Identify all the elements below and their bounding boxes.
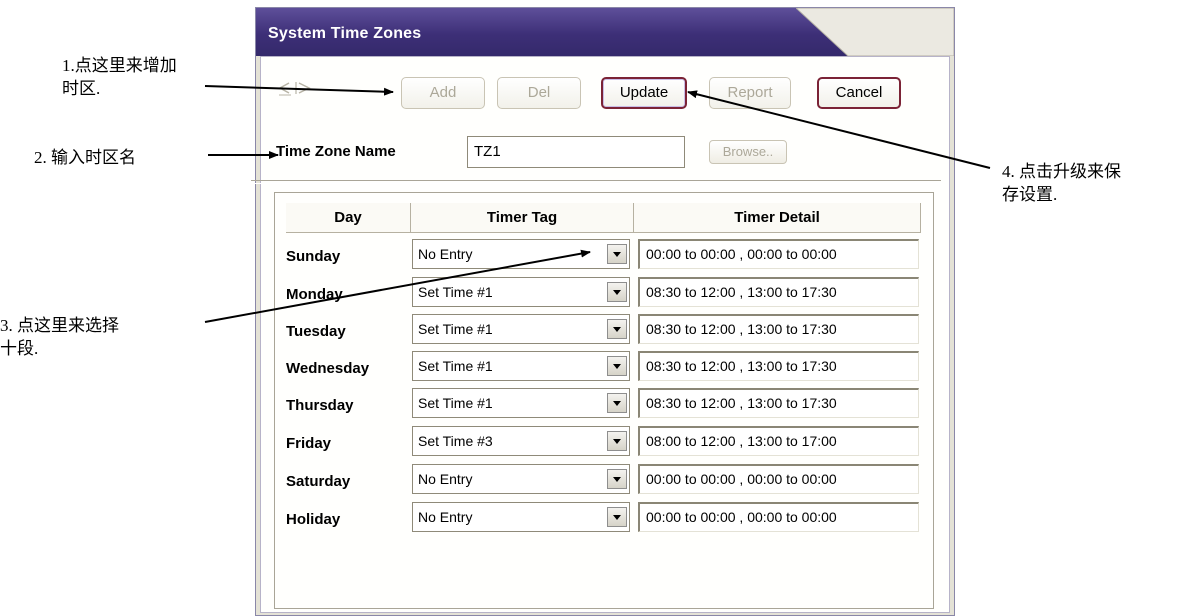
timer-detail-saturday: 00:00 to 00:00 , 00:00 to 00:00 <box>638 464 919 494</box>
annotation-step4-line2: 存设置. <box>1002 185 1058 204</box>
title-tab-decoration <box>796 8 954 56</box>
row-day-wednesday: Wednesday <box>286 360 370 377</box>
row-day-monday: Monday <box>286 286 343 303</box>
timer-detail-friday: 08:00 to 12:00 , 13:00 to 17:00 <box>638 426 919 456</box>
time-zone-name-label: Time Zone Name <box>276 143 396 160</box>
row-day-saturday: Saturday <box>286 473 351 490</box>
dropdown-arrow-icon[interactable] <box>607 244 627 264</box>
timer-detail-thursday: 08:30 to 12:00 , 13:00 to 17:30 <box>638 388 919 418</box>
dropdown-arrow-icon[interactable] <box>607 319 627 339</box>
timer-tag-select-friday[interactable]: Set Time #3 <box>412 426 630 456</box>
dropdown-arrow-icon[interactable] <box>607 469 627 489</box>
timer-tag-select-monday[interactable]: Set Time #1 <box>412 277 630 307</box>
report-button[interactable]: Report <box>709 77 791 109</box>
update-button[interactable]: Update <box>601 77 687 109</box>
system-time-zones-window: System Time Zones Add Del Update Report … <box>251 7 955 616</box>
annotation-step3: 3. 点这里来选择 十段. <box>0 314 119 360</box>
dropdown-arrow-icon[interactable] <box>607 507 627 527</box>
row-day-friday: Friday <box>286 435 332 452</box>
dropdown-arrow-icon[interactable] <box>607 431 627 451</box>
cancel-button[interactable]: Cancel <box>817 77 901 109</box>
row-day-sunday: Sunday <box>286 248 341 265</box>
timer-tag-value: Set Time #1 <box>418 358 493 374</box>
timer-tag-select-thursday[interactable]: Set Time #1 <box>412 388 630 418</box>
timer-tag-select-saturday[interactable]: No Entry <box>412 464 630 494</box>
timer-tag-select-holiday[interactable]: No Entry <box>412 502 630 532</box>
title-bar[interactable]: System Time Zones <box>256 8 954 56</box>
timer-tag-value: No Entry <box>418 246 473 262</box>
row-day-thursday: Thursday <box>286 397 354 414</box>
annotation-step4: 4. 点击升级来保 存设置. <box>1002 160 1121 206</box>
column-header-timer-detail: Timer Detail <box>634 203 921 233</box>
timer-tag-value: Set Time #1 <box>418 284 493 300</box>
timer-detail-sunday: 00:00 to 00:00 , 00:00 to 00:00 <box>638 239 919 269</box>
timer-detail-wednesday: 08:30 to 12:00 , 13:00 to 17:30 <box>638 351 919 381</box>
timer-detail-monday: 08:30 to 12:00 , 13:00 to 17:30 <box>638 277 919 307</box>
timer-tag-select-wednesday[interactable]: Set Time #1 <box>412 351 630 381</box>
timer-detail-tuesday: 08:30 to 12:00 , 13:00 to 17:30 <box>638 314 919 344</box>
row-day-tuesday: Tuesday <box>286 323 346 340</box>
timer-tag-select-tuesday[interactable]: Set Time #1 <box>412 314 630 344</box>
dropdown-arrow-icon[interactable] <box>607 282 627 302</box>
timer-detail-holiday: 00:00 to 00:00 , 00:00 to 00:00 <box>638 502 919 532</box>
column-header-timer-tag: Timer Tag <box>411 203 634 233</box>
add-button[interactable]: Add <box>401 77 485 109</box>
timer-tag-value: Set Time #3 <box>418 433 493 449</box>
dropdown-arrow-icon[interactable] <box>607 356 627 376</box>
dialog-client-area: Add Del Update Report Cancel Time Zone N… <box>251 56 950 613</box>
window-title: System Time Zones <box>268 25 422 42</box>
browse-button[interactable]: Browse.. <box>709 140 787 164</box>
annotation-step3-line2: 十段. <box>0 339 39 358</box>
time-zone-name-input[interactable]: TZ1 <box>467 136 685 168</box>
column-header-day: Day <box>286 203 411 233</box>
annotation-step2: 2. 输入时区名 <box>34 148 136 167</box>
timer-tag-select-sunday[interactable]: No Entry <box>412 239 630 269</box>
annotation-step1-line2: 时区. <box>62 79 101 98</box>
timer-tag-value: Set Time #1 <box>418 321 493 337</box>
timer-tag-value: No Entry <box>418 471 473 487</box>
del-button[interactable]: Del <box>497 77 581 109</box>
timer-tag-value: No Entry <box>418 509 473 525</box>
dropdown-arrow-icon[interactable] <box>607 393 627 413</box>
nav-arrows-icon <box>278 82 311 96</box>
separator-line <box>251 180 941 184</box>
row-day-holiday: Holiday <box>286 511 341 528</box>
timer-tag-value: Set Time #1 <box>418 395 493 411</box>
annotation-step3-line1: 3. 点这里来选择 <box>0 316 119 335</box>
annotation-step1: 1.点这里来增加 时区. <box>62 54 177 100</box>
annotation-step1-line1: 1.点这里来增加 <box>62 56 177 75</box>
annotation-step4-line1: 4. 点击升级来保 <box>1002 162 1121 181</box>
